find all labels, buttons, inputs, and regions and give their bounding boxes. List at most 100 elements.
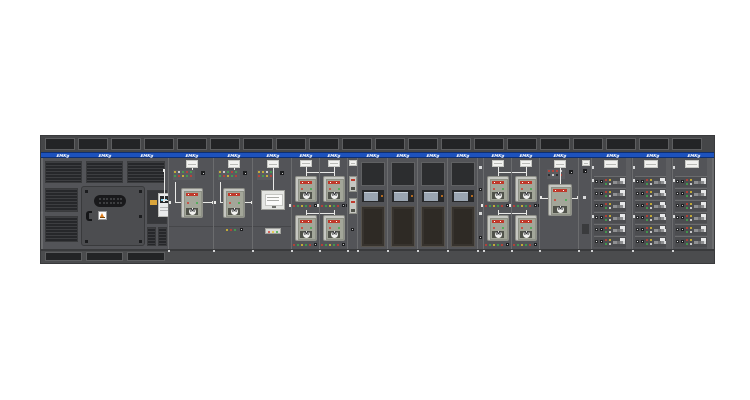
hmi-display[interactable]	[422, 190, 444, 202]
drawer-handle[interactable]	[613, 241, 625, 244]
feeder-drawer[interactable]	[635, 188, 666, 199]
control-switch[interactable]	[681, 204, 684, 207]
control-switch[interactable]	[641, 228, 644, 231]
feeder-drawer[interactable]	[635, 236, 666, 247]
control-switch[interactable]	[351, 228, 354, 231]
control-switch[interactable]	[201, 171, 205, 175]
blank-door[interactable]	[391, 206, 415, 247]
drawer-handle[interactable]	[654, 217, 666, 220]
air-circuit-breaker[interactable]: M	[295, 176, 317, 202]
louver-vent	[147, 227, 156, 246]
drawer-handle[interactable]	[613, 181, 625, 184]
control-switch[interactable]	[280, 171, 284, 175]
control-switch[interactable]	[342, 204, 345, 207]
air-circuit-breaker[interactable]: M	[515, 215, 537, 241]
air-circuit-breaker[interactable]: M	[323, 215, 345, 241]
control-switch[interactable]	[240, 228, 243, 231]
feeder-drawer[interactable]	[675, 236, 707, 247]
feeder-drawer[interactable]	[594, 212, 626, 223]
feeder-drawer[interactable]	[635, 200, 666, 211]
control-switch[interactable]	[641, 180, 644, 183]
air-circuit-breaker[interactable]: M	[295, 215, 317, 241]
control-switch[interactable]	[569, 170, 573, 174]
drawer-handle[interactable]	[694, 193, 706, 196]
hmi-display[interactable]	[392, 190, 414, 202]
drawer-handle[interactable]	[694, 229, 706, 232]
drawer-handle[interactable]	[613, 205, 625, 208]
blank-door[interactable]	[361, 206, 385, 247]
control-switch[interactable]	[506, 243, 509, 246]
blank-door[interactable]	[451, 206, 475, 247]
control-switch[interactable]	[600, 192, 603, 195]
feeder-drawer[interactable]	[675, 212, 707, 223]
drawer-handle[interactable]	[694, 181, 706, 184]
control-switch[interactable]	[342, 243, 345, 246]
feeder-drawer[interactable]	[594, 224, 626, 235]
drawer-handle[interactable]	[613, 217, 625, 220]
air-circuit-breaker[interactable]: M	[181, 188, 203, 218]
air-circuit-breaker[interactable]: M	[487, 176, 509, 202]
air-circuit-breaker[interactable]: M	[515, 176, 537, 202]
control-switch[interactable]	[479, 236, 482, 239]
drawer-latch	[595, 216, 598, 219]
aux-device[interactable]	[265, 228, 281, 234]
control-switch[interactable]	[681, 192, 684, 195]
control-switch[interactable]	[681, 228, 684, 231]
control-switch[interactable]	[314, 243, 317, 246]
control-switch[interactable]	[641, 240, 644, 243]
control-switch[interactable]	[600, 216, 603, 219]
drawer-handle[interactable]	[654, 193, 666, 196]
air-circuit-breaker[interactable]: M	[323, 176, 345, 202]
drawer-handle[interactable]	[694, 205, 706, 208]
amber-switch[interactable]	[150, 200, 157, 205]
air-circuit-breaker[interactable]: M	[223, 188, 245, 218]
feeder-drawer[interactable]	[635, 224, 666, 235]
blank-door[interactable]	[421, 206, 445, 247]
control-switch[interactable]	[681, 216, 684, 219]
control-switch[interactable]	[600, 240, 603, 243]
feeder-drawer[interactable]	[675, 176, 707, 187]
meter-drawout[interactable]	[261, 190, 285, 210]
indicator-light	[646, 239, 648, 241]
drawer-handle[interactable]	[654, 241, 666, 244]
band-tick	[494, 221, 495, 222]
feeder-drawer[interactable]	[675, 200, 707, 211]
control-switch[interactable]	[534, 243, 537, 246]
control-switch[interactable]	[641, 204, 644, 207]
control-switch[interactable]	[534, 204, 537, 207]
drawer-handle[interactable]	[654, 205, 666, 208]
hmi-display[interactable]	[452, 190, 474, 202]
multipin-connector[interactable]	[94, 195, 126, 207]
feeder-drawer[interactable]	[675, 224, 707, 235]
feeder-drawer[interactable]	[635, 176, 666, 187]
control-switch[interactable]	[600, 180, 603, 183]
control-switch[interactable]	[583, 169, 587, 173]
control-switch[interactable]	[681, 180, 684, 183]
drawer-handle[interactable]	[694, 241, 706, 244]
drawer-handle[interactable]	[654, 181, 666, 184]
control-switch[interactable]	[681, 240, 684, 243]
feeder-drawer[interactable]	[594, 200, 626, 211]
door-handle-hook[interactable]	[86, 211, 92, 221]
feeder-drawer[interactable]	[594, 188, 626, 199]
air-circuit-breaker[interactable]: M	[487, 215, 509, 241]
control-switch[interactable]	[479, 188, 482, 191]
control-switch[interactable]	[641, 216, 644, 219]
control-switch[interactable]	[243, 171, 247, 175]
feeder-drawer[interactable]	[594, 176, 626, 187]
feeder-drawer[interactable]	[594, 236, 626, 247]
control-switch[interactable]	[600, 204, 603, 207]
drawer-handle[interactable]	[694, 217, 706, 220]
control-switch[interactable]	[600, 228, 603, 231]
feeder-drawer[interactable]	[675, 188, 707, 199]
switch-pip	[642, 193, 643, 194]
switch-pip	[343, 244, 344, 245]
generator-door[interactable]	[81, 186, 145, 246]
drawer-handle[interactable]	[613, 193, 625, 196]
drawer-handle[interactable]	[613, 229, 625, 232]
hmi-display[interactable]	[362, 190, 384, 202]
air-circuit-breaker[interactable]: M	[548, 184, 572, 216]
control-switch[interactable]	[641, 192, 644, 195]
drawer-handle[interactable]	[654, 229, 666, 232]
feeder-drawer[interactable]	[635, 212, 666, 223]
